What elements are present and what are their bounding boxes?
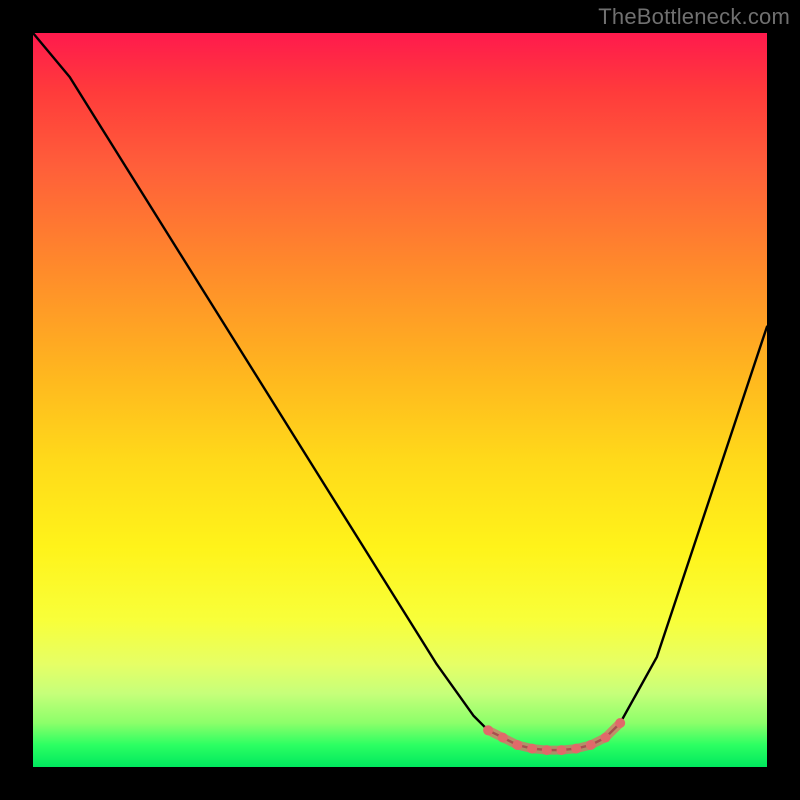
- floor-markers: [483, 718, 625, 755]
- chart-svg: [33, 33, 767, 767]
- floor-marker-dot: [601, 733, 611, 743]
- watermark-text: TheBottleneck.com: [598, 4, 790, 30]
- chart-frame: TheBottleneck.com: [0, 0, 800, 800]
- plot-area: [33, 33, 767, 767]
- floor-marker-dot: [512, 740, 522, 750]
- floor-marker-dot: [527, 744, 537, 754]
- floor-marker-dot: [586, 740, 596, 750]
- floor-marker-dot: [571, 744, 581, 754]
- main-curve: [33, 33, 767, 750]
- floor-marker-dot: [498, 733, 508, 743]
- floor-marker-dot: [542, 745, 552, 755]
- floor-marker-dot: [615, 718, 625, 728]
- floor-marker-line: [488, 723, 620, 750]
- floor-marker-dot: [557, 745, 567, 755]
- floor-marker-dot: [483, 725, 493, 735]
